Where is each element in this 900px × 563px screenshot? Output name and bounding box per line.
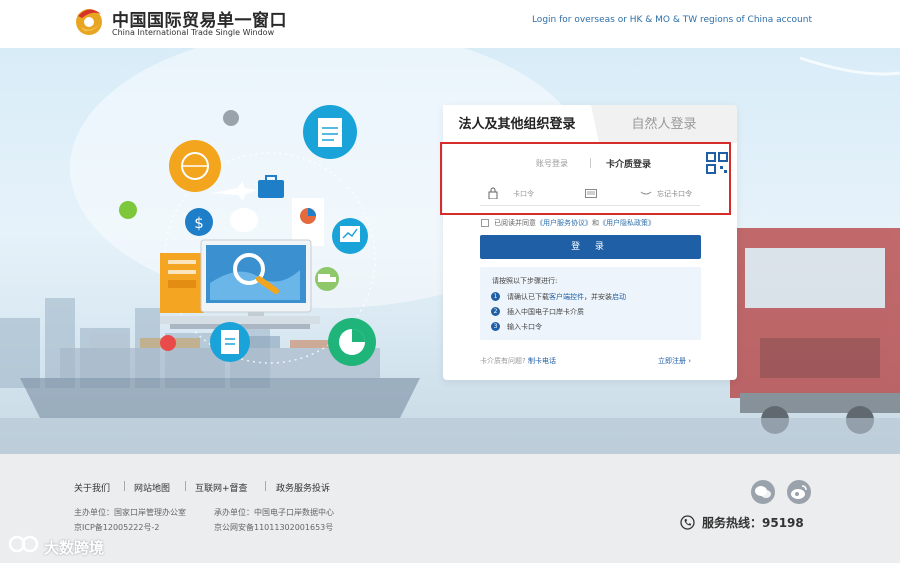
overseas-login-link[interactable]: Login for overseas or HK & MO & TW regio… — [532, 15, 812, 25]
agree-prefix: 已阅读并同意 — [494, 219, 536, 227]
service-hotline: 服务热线：95198 — [702, 516, 804, 530]
card-hotline-link[interactable]: 制卡电话 — [528, 357, 556, 365]
svg-text:$: $ — [194, 214, 204, 232]
step-1-middle: ，并安装 — [584, 293, 612, 301]
weibo-icon[interactable] — [787, 480, 811, 504]
wechat-icon[interactable] — [751, 480, 775, 504]
step-text: 输入卡口令 — [507, 323, 542, 331]
footer-icp[interactable]: 京ICP备12005222号-2 — [74, 522, 159, 533]
user-agreement-link[interactable]: 《用户服务协议》 — [536, 219, 592, 227]
footer-sponsor: 主办单位：国家口岸管理办公室 — [74, 508, 186, 517]
hero-banner: $ 自然人登录 法人及其他组织登录 — [0, 48, 900, 454]
step-number: 1 — [491, 292, 500, 301]
footer-link-supervision[interactable]: 互联网+督查 — [195, 481, 248, 494]
qr-code-icon[interactable] — [706, 152, 728, 174]
tab-legal-entity-login[interactable]: 法人及其他组织登录 — [443, 105, 591, 143]
step-text: 请确认已下载客户端控件，并安装启动 — [507, 292, 626, 302]
agree-text: 已阅读并同意《用户服务协议》和《用户隐私政策》 — [494, 218, 655, 228]
register-link[interactable]: 立即注册 › — [658, 356, 691, 366]
footer-link-complaint[interactable]: 政务服务投诉 — [276, 481, 330, 494]
site-subtitle: China International Trade Single Window — [112, 28, 275, 37]
pin-input-placeholder[interactable]: 卡口令 — [513, 189, 534, 199]
footer-link-sitemap[interactable]: 网站地图 — [134, 481, 170, 494]
step-number: 2 — [491, 307, 500, 316]
footer-link-about[interactable]: 关于我们 — [74, 481, 110, 494]
card-problem-text: 卡介质有问题? 制卡电话 — [480, 356, 556, 366]
step-number: 3 — [491, 322, 500, 331]
agree-checkbox[interactable] — [481, 219, 489, 227]
tab-natural-person-login[interactable]: 自然人登录 — [591, 105, 737, 143]
footer-link-divider — [124, 481, 125, 491]
eye-closed-icon[interactable] — [640, 190, 652, 197]
footer-link-divider — [185, 481, 186, 491]
login-button[interactable]: 登 录 — [480, 235, 701, 259]
card-problem-label: 卡介质有问题? — [480, 357, 526, 365]
single-window-logo-icon[interactable] — [74, 4, 104, 40]
privacy-policy-link[interactable]: 《用户隐私政策》 — [599, 219, 655, 227]
watermark-text: 大数跨境 — [44, 539, 105, 557]
watermark-logo-icon — [8, 535, 39, 553]
forgot-pin-link[interactable]: 忘记卡口令 — [657, 189, 692, 199]
lock-icon — [488, 187, 498, 199]
footer-organizer: 承办单位：中国电子口岸数据中心 — [214, 508, 334, 517]
login-tab-bar: 自然人登录 法人及其他组织登录 — [443, 105, 737, 143]
tab-card-login[interactable]: 卡介质登录 — [606, 157, 651, 170]
footer-police-record[interactable]: 京公网安备11011302001653号 — [214, 522, 333, 533]
footer-link-divider — [265, 481, 266, 491]
agree-and: 和 — [592, 219, 599, 227]
keyboard-icon[interactable] — [585, 189, 597, 198]
steps-title: 请按照以下步骤进行: — [492, 277, 558, 285]
phone-icon — [680, 515, 695, 530]
tab-account-login[interactable]: 账号登录 — [536, 158, 568, 169]
step-text: 插入中国电子口岸卡介质 — [507, 308, 584, 316]
step-1-prefix: 请确认已下载 — [507, 293, 549, 301]
client-control-start-link[interactable]: 启动 — [612, 293, 626, 301]
client-control-download-link[interactable]: 客户端控件 — [549, 293, 584, 301]
sub-tab-divider — [590, 158, 591, 168]
site-header: 中国国际贸易单一窗口 China International Trade Sin… — [0, 0, 900, 48]
